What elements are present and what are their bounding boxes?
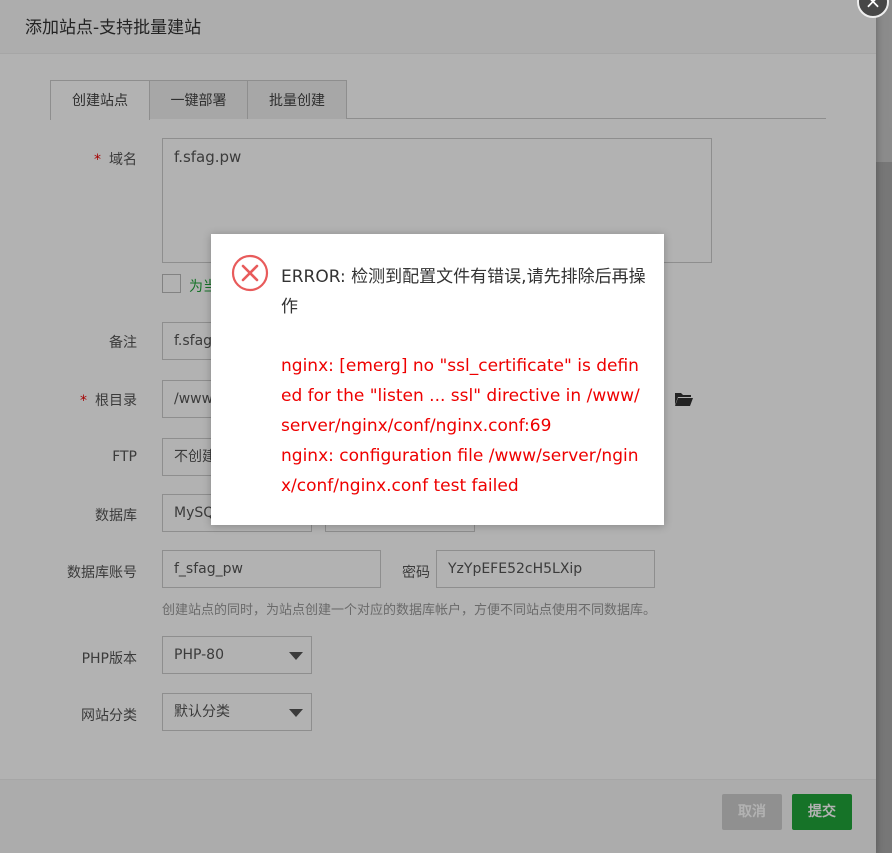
error-title: ERROR: 检测到配置文件有错误,请先排除后再操作 [281,267,646,317]
error-line: nginx: configuration file /www/server/ng… [281,446,639,496]
error-detail: nginx: [emerg] no "ssl_certificate" is d… [281,351,641,501]
error-message-box: ERROR: 检测到配置文件有错误,请先排除后再操作 nginx: [emerg… [211,234,664,525]
error-circle-x-icon [231,254,269,292]
error-line: nginx: [emerg] no "ssl_certificate" is d… [281,356,640,436]
